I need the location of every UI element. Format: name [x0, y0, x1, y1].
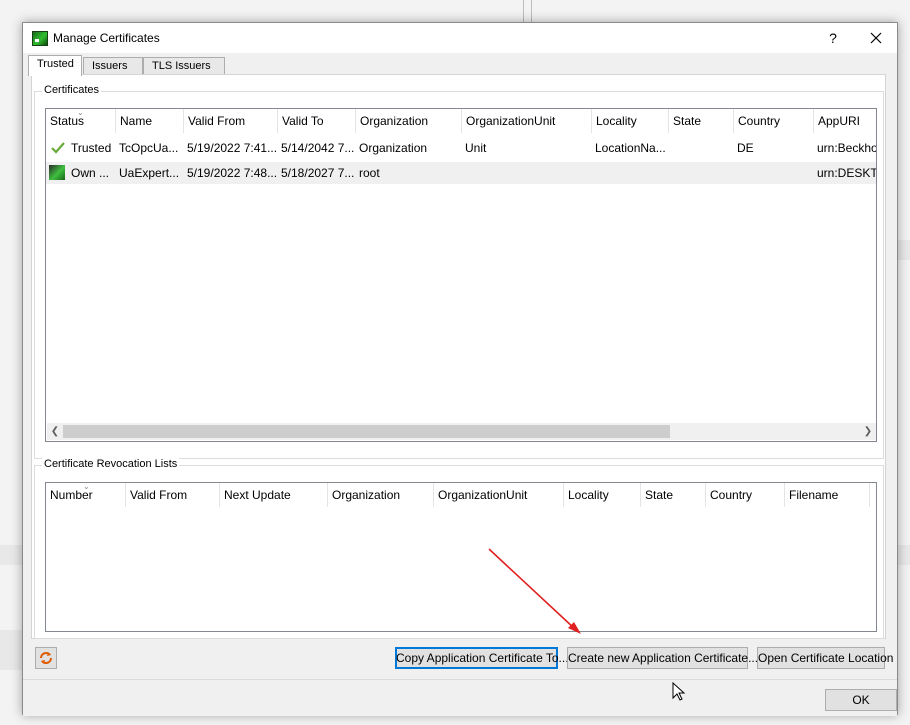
cell-valid-from: 5/19/2022 7:41... [187, 141, 277, 155]
crl-group-title: Certificate Revocation Lists [42, 458, 180, 470]
refresh-icon [40, 652, 52, 664]
cell-app-uri: urn:DESKT.. [817, 166, 877, 180]
cell-locality [595, 162, 668, 184]
red-arrow-annotation [488, 548, 581, 634]
column-header-valid-from[interactable]: Valid From [184, 109, 278, 133]
cell-state [672, 137, 733, 159]
column-header-organization[interactable]: Organization [356, 109, 462, 133]
title-bar: Manage Certificates ? [23, 23, 897, 53]
cell-country [737, 162, 813, 184]
background-panel [0, 630, 22, 670]
create-application-certificate-button[interactable]: Create new Application Certificate... [567, 647, 758, 669]
cell-organization: Organization [359, 141, 428, 155]
help-button[interactable]: ? [819, 28, 847, 48]
column-header-state[interactable]: State [669, 109, 734, 133]
scroll-right-icon[interactable]: ❯ [860, 423, 876, 440]
horizontal-scrollbar[interactable]: ❮ ❯ [47, 423, 876, 440]
table-row[interactable]: Own ... UaExpert... 5/19/2022 7:48... 5/… [46, 162, 876, 184]
sort-indicator-icon: ⌄ [77, 108, 84, 117]
cell-valid-to: 5/18/2027 7... [281, 166, 355, 180]
manage-certificates-dialog: Manage Certificates ? Trusted Issuers TL… [22, 22, 898, 716]
cell-organization-unit [465, 162, 591, 184]
cell-name: UaExpert... [119, 166, 180, 180]
cell-app-uri: urn:Beckho [817, 141, 877, 155]
scrollbar-thumb[interactable] [63, 425, 670, 438]
background-panel [0, 545, 22, 565]
column-header-locality[interactable]: Locality [592, 109, 669, 133]
tab-tls-issuers[interactable]: TLS Issuers [143, 57, 225, 75]
refresh-button[interactable] [35, 647, 57, 669]
background-window-edge [523, 0, 524, 22]
check-icon [51, 142, 65, 154]
tab-issuers[interactable]: Issuers [83, 57, 143, 75]
cell-organization: root [359, 166, 380, 180]
column-header-organization[interactable]: Organization [328, 483, 434, 507]
cell-country: DE [737, 141, 754, 155]
column-header-app-uri[interactable]: AppURI [814, 109, 876, 133]
app-icon [32, 31, 48, 46]
close-icon [870, 32, 882, 44]
table-row[interactable]: Trusted TcOpcUa... 5/19/2022 7:41... 5/1… [46, 137, 876, 159]
certificates-table[interactable]: Status ⌄ Name Valid From Valid To Organi… [45, 108, 877, 442]
column-header-organization-unit[interactable]: OrganizationUnit [434, 483, 564, 507]
close-button[interactable] [862, 28, 890, 48]
column-header-locality[interactable]: Locality [564, 483, 641, 507]
column-header-valid-from[interactable]: Valid From [126, 483, 220, 507]
column-header-organization-unit[interactable]: OrganizationUnit [462, 109, 592, 133]
tab-page-trusted: Certificates Status ⌄ Name Valid From Va… [31, 74, 886, 639]
open-certificate-location-button[interactable]: Open Certificate Location [757, 647, 893, 669]
cell-status: Own ... [71, 166, 110, 180]
background-panel [898, 545, 910, 565]
certificates-group-title: Certificates [42, 84, 102, 96]
cell-name: TcOpcUa... [119, 141, 179, 155]
cell-status: Trusted [71, 141, 112, 155]
background-panel [898, 240, 910, 260]
dialog-title: Manage Certificates [53, 31, 160, 45]
cell-valid-to: 5/14/2042 7... [281, 141, 355, 155]
cell-organization-unit: Unit [465, 141, 487, 155]
crl-table[interactable]: Number ⌄ Valid From Next Update Organiza… [45, 482, 877, 632]
column-header-country[interactable]: Country [706, 483, 785, 507]
cell-valid-from: 5/19/2022 7:48... [187, 166, 277, 180]
column-header-filename[interactable]: Filename [785, 483, 870, 507]
cell-state [672, 162, 733, 184]
certificates-group: Certificates Status ⌄ Name Valid From Va… [34, 84, 884, 459]
sort-indicator-icon: ⌄ [83, 482, 90, 491]
background-window-edge [531, 0, 532, 22]
mouse-cursor-icon [672, 682, 686, 701]
column-header-state[interactable]: State [641, 483, 706, 507]
column-header-name[interactable]: Name [116, 109, 184, 133]
scroll-left-icon[interactable]: ❮ [47, 423, 63, 440]
tab-trusted[interactable]: Trusted [28, 55, 82, 76]
column-header-country[interactable]: Country [734, 109, 814, 133]
cell-locality: LocationNa... [595, 141, 666, 155]
crl-group: Certificate Revocation Lists Number ⌄ Va… [34, 458, 884, 639]
column-header-next-update[interactable]: Next Update [220, 483, 328, 507]
column-header-valid-to[interactable]: Valid To [278, 109, 356, 133]
ok-button[interactable]: OK [825, 689, 897, 711]
copy-application-certificate-button[interactable]: Copy Application Certificate To... [395, 647, 569, 669]
own-certificate-icon [49, 165, 65, 180]
dialog-footer: OK [23, 679, 897, 716]
